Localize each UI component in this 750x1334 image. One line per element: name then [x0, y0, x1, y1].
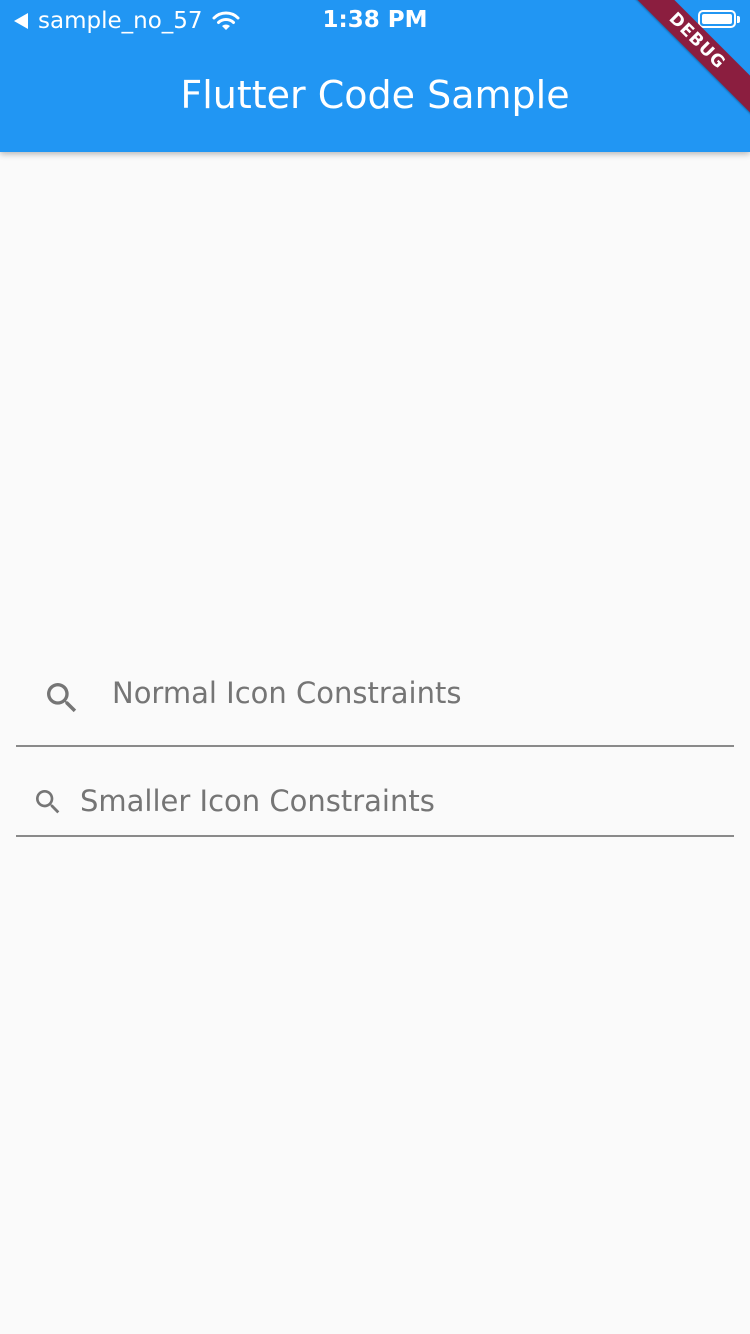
app-screen: sample_no_57 1:38 PM Flutter Code Sample… [0, 0, 750, 1334]
battery-icon [698, 10, 740, 28]
battery-tip [737, 16, 740, 23]
smaller-icon-constraints-input[interactable] [80, 781, 710, 821]
app-bar: Flutter Code Sample [0, 40, 750, 152]
status-time: 1:38 PM [322, 7, 428, 33]
search-icon [47, 683, 77, 713]
normal-icon-constraints-input[interactable] [112, 673, 712, 713]
status-bar: sample_no_57 1:38 PM [0, 0, 750, 40]
battery-level [702, 14, 732, 24]
normal-icon-constraints-field[interactable] [16, 646, 734, 747]
smaller-icon-constraints-field[interactable] [16, 772, 734, 837]
page-title: Flutter Code Sample [180, 73, 570, 117]
search-icon [36, 790, 60, 814]
